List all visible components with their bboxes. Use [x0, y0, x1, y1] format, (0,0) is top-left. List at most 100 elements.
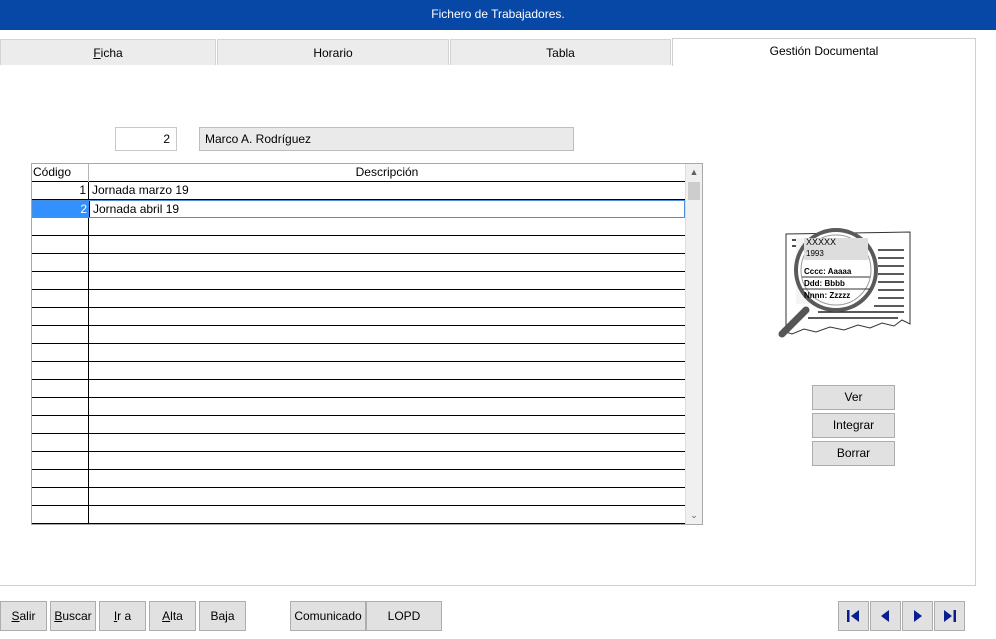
ir-a-button[interactable]: Ir a — [99, 601, 146, 631]
cell-codigo[interactable] — [32, 218, 89, 235]
buscar-label: uscar — [62, 609, 92, 623]
graphic-line-4: Ddd: Bbbb — [804, 279, 845, 288]
table-row[interactable] — [32, 236, 685, 254]
table-row[interactable] — [32, 362, 685, 380]
record-name-field: Marco A. Rodríguez — [199, 127, 574, 151]
cell-descripcion[interactable] — [90, 398, 685, 415]
borrar-button[interactable]: Borrar — [812, 441, 895, 466]
table-row[interactable] — [32, 434, 685, 452]
cell-descripcion[interactable] — [90, 506, 685, 523]
graphic-line-3: Cccc: Aaaaa — [804, 267, 852, 276]
cell-descripcion[interactable] — [90, 326, 685, 343]
cell-codigo[interactable] — [32, 308, 89, 325]
cell-descripcion[interactable] — [90, 470, 685, 487]
cell-descripcion[interactable] — [90, 218, 685, 235]
table-row[interactable] — [32, 218, 685, 236]
scroll-up-icon[interactable]: ▲ — [686, 164, 702, 181]
window-title: Fichero de Trabajadores. — [431, 7, 565, 21]
cell-codigo[interactable] — [32, 290, 89, 307]
cell-codigo[interactable] — [32, 470, 89, 487]
cell-codigo[interactable] — [32, 452, 89, 469]
tab-tabla[interactable]: Tabla — [450, 39, 671, 65]
cell-codigo[interactable] — [32, 506, 89, 523]
grid-header: Código Descripción — [32, 164, 685, 182]
salir-label: alir — [19, 609, 36, 623]
header-descripcion[interactable]: Descripción — [89, 164, 685, 182]
cell-descripcion[interactable] — [90, 452, 685, 469]
cell-codigo[interactable] — [32, 236, 89, 253]
table-row[interactable] — [32, 308, 685, 326]
cell-descripcion[interactable] — [90, 254, 685, 271]
next-record-button[interactable] — [902, 601, 933, 631]
cell-descripcion[interactable] — [90, 416, 685, 433]
cell-descripcion[interactable]: Jornada marzo 19 — [90, 182, 685, 199]
table-row[interactable] — [32, 470, 685, 488]
tab-horario[interactable]: Horario — [217, 39, 449, 65]
lopd-button[interactable]: LOPD — [366, 601, 442, 631]
record-number-field[interactable]: 2 — [115, 127, 177, 151]
tab-gestion-documental[interactable]: Gestión Documental — [672, 38, 976, 66]
table-row[interactable]: 2 Jornada abril 19 — [32, 200, 685, 218]
tab-ficha[interactable]: Ficha — [0, 39, 216, 65]
cell-descripcion[interactable] — [90, 380, 685, 397]
table-row[interactable] — [32, 254, 685, 272]
last-record-button[interactable] — [934, 601, 965, 631]
cell-codigo[interactable]: 2 — [33, 201, 90, 217]
salir-button[interactable]: Salir — [0, 601, 47, 631]
table-row[interactable] — [32, 290, 685, 308]
alta-mnemonic: A — [162, 609, 171, 623]
grid-scrollbar[interactable]: ▲ ⌄ — [685, 164, 702, 524]
cell-descripcion[interactable] — [90, 272, 685, 289]
cell-descripcion[interactable] — [90, 290, 685, 307]
previous-record-button[interactable] — [870, 601, 901, 631]
previous-record-icon — [881, 610, 889, 622]
comunicado-button[interactable]: Comunicado — [290, 601, 366, 631]
cell-codigo[interactable] — [32, 398, 89, 415]
cell-codigo[interactable] — [32, 488, 89, 505]
table-row[interactable] — [32, 380, 685, 398]
baja-button[interactable]: Baja — [199, 601, 246, 631]
ver-button[interactable]: Ver — [812, 385, 895, 410]
cell-codigo[interactable]: 1 — [32, 182, 89, 199]
tab-ficha-label: icha — [100, 46, 123, 60]
cell-codigo[interactable] — [32, 434, 89, 451]
cell-codigo[interactable] — [32, 254, 89, 271]
scroll-down-icon[interactable]: ⌄ — [686, 507, 702, 524]
integrar-button[interactable]: Integrar — [812, 413, 895, 438]
table-row[interactable] — [32, 326, 685, 344]
last-record-icon — [944, 610, 956, 622]
cell-descripcion[interactable]: Jornada abril 19 — [91, 201, 684, 217]
cell-descripcion[interactable] — [90, 362, 685, 379]
cell-codigo[interactable] — [32, 362, 89, 379]
tab-ficha-mnemonic: F — [93, 46, 101, 60]
cell-codigo[interactable] — [32, 326, 89, 343]
graphic-line-5: Nnnn: Zzzzz — [804, 291, 850, 300]
tab-bar: Ficha Horario Tabla Gestión Documental — [0, 38, 976, 66]
header-codigo[interactable]: Código — [32, 164, 89, 182]
alta-button[interactable]: Alta — [149, 601, 196, 631]
first-record-icon — [847, 610, 859, 622]
cell-codigo[interactable] — [32, 344, 89, 361]
table-row[interactable] — [32, 506, 685, 524]
scroll-thumb[interactable] — [688, 182, 700, 200]
cell-codigo[interactable] — [32, 272, 89, 289]
cell-codigo[interactable] — [32, 380, 89, 397]
buscar-button[interactable]: Buscar — [50, 601, 96, 631]
cell-descripcion[interactable] — [90, 236, 685, 253]
salir-mnemonic: S — [11, 609, 20, 623]
table-row[interactable]: 1 Jornada marzo 19 — [32, 182, 685, 200]
table-row[interactable] — [32, 416, 685, 434]
cell-descripcion[interactable] — [90, 308, 685, 325]
cell-descripcion[interactable] — [90, 434, 685, 451]
table-row[interactable] — [32, 452, 685, 470]
table-row[interactable] — [32, 398, 685, 416]
cell-codigo[interactable] — [32, 416, 89, 433]
documents-grid[interactable]: Código Descripción 1 Jornada marzo 19 2 Jor… — [31, 163, 703, 525]
window-title-bar: Fichero de Trabajadores. — [0, 0, 996, 30]
table-row[interactable] — [32, 272, 685, 290]
table-row[interactable] — [32, 488, 685, 506]
table-row[interactable] — [32, 344, 685, 362]
cell-descripcion[interactable] — [90, 344, 685, 361]
first-record-button[interactable] — [838, 601, 869, 631]
cell-descripcion[interactable] — [90, 488, 685, 505]
